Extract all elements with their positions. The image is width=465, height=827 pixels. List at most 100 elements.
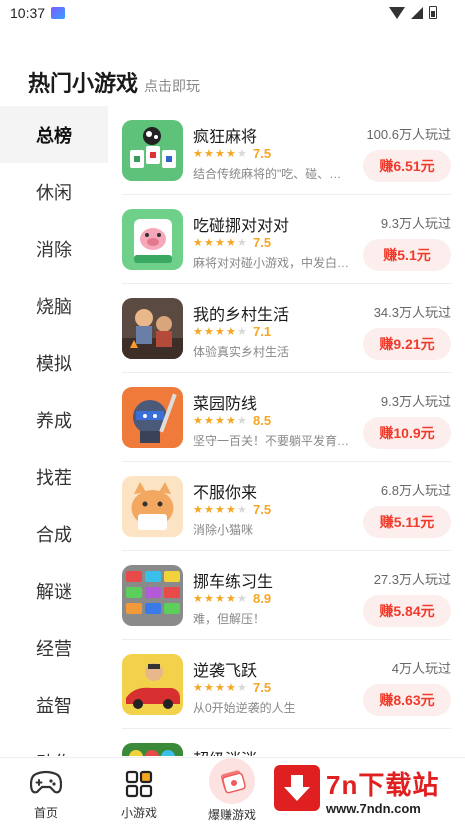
page-title: 热门小游戏 (28, 71, 139, 96)
game-list-item[interactable]: 不服你来 ★ ★ ★ ★ ★ 7.5 消除小猫咪 6.8万人玩过 赚5.11元 (122, 462, 451, 551)
pig-tile-game-icon[interactable] (122, 209, 183, 270)
star-icon: ★ (215, 236, 225, 249)
game-description: 难，但解压！ (193, 612, 266, 626)
star-icon: ★ (215, 325, 225, 338)
game-name: 吃碰挪对对对 (193, 218, 290, 235)
star-icon: ★ (215, 147, 225, 160)
site-watermark: 7n下载站 www.7ndn.com (268, 759, 463, 825)
parking-game-icon[interactable] (122, 565, 183, 626)
star-icon: ★ (237, 592, 247, 605)
village-life-game-icon[interactable] (122, 298, 183, 359)
category-item-nurture[interactable]: 养成 (0, 391, 108, 448)
game-score: 7.5 (253, 146, 272, 161)
tab-mini-games-label: 小游戏 (120, 806, 157, 820)
category-item-match[interactable]: 消除 (0, 220, 108, 277)
signal-icon (411, 6, 423, 19)
game-list-item[interactable]: 逆袭飞跃 ★ ★ ★ ★ ★ 7.5 从0开始逆袭的人生 4万人玩过 赚8.63元 (122, 640, 451, 729)
game-rating: ★ ★ ★ ★ ★ 7.5 (193, 235, 271, 250)
status-bar: 10:37 (0, 0, 465, 26)
star-icon: ★ (193, 236, 203, 249)
star-icon: ★ (204, 147, 214, 160)
game-score: 7.5 (253, 502, 272, 517)
game-description: 消除小猫咪 (193, 523, 254, 537)
game-play-count: 34.3万人玩过 (373, 305, 451, 320)
notification-app-icon (51, 7, 66, 19)
game-rating: ★ ★ ★ ★ ★ 7.5 (193, 146, 271, 161)
game-play-count: 27.3万人玩过 (373, 572, 451, 587)
category-item-action[interactable]: 动作 (0, 733, 108, 757)
star-icon: ★ (193, 147, 203, 160)
category-item-spot-difference[interactable]: 找茬 (0, 448, 108, 505)
star-icon: ★ (215, 681, 225, 694)
star-icon: ★ (193, 325, 203, 338)
tab-hot-games[interactable]: 爆赚游戏 (192, 758, 272, 827)
earn-button[interactable]: 赚9.21元 (363, 328, 451, 360)
ninja-game-icon[interactable] (122, 387, 183, 448)
category-sidebar: 总榜 休闲 消除 烧脑 模拟 养成 找茬 合成 解谜 经营 益智 动作 (0, 106, 108, 756)
wifi-icon (389, 6, 405, 19)
tab-home[interactable]: 首页 (6, 758, 86, 827)
game-list-item[interactable]: 超级消消 (122, 729, 451, 756)
star-icon: ★ (204, 325, 214, 338)
category-item-management[interactable]: 经营 (0, 619, 108, 676)
game-play-count: 100.6万人玩过 (366, 127, 451, 142)
game-play-count: 6.8万人玩过 (380, 483, 451, 498)
car-game-icon[interactable] (122, 654, 183, 715)
game-list-item[interactable]: 疯狂麻将 ★ ★ ★ ★ ★ 7.5 结合传统麻将的"吃、碰、… 100.6万人玩过 赚… (122, 106, 451, 195)
game-list-item[interactable]: 吃碰挪对对对 ★ ★ ★ ★ ★ 7.5 麻将对对碰小游戏，中发白… 9.3万人玩过 赚… (122, 195, 451, 284)
game-description: 麻将对对碰小游戏，中发白… (193, 256, 350, 270)
game-rating: ★ ★ ★ ★ ★ 8.9 (193, 591, 271, 606)
star-icon: ★ (226, 592, 236, 605)
category-item-simulation[interactable]: 模拟 (0, 334, 108, 391)
game-rating: ★ ★ ★ ★ ★ 7.1 (193, 324, 271, 339)
category-item-casual[interactable]: 休闲 (0, 163, 108, 220)
gamepad-icon (29, 770, 63, 798)
game-name: 不服你来 (193, 485, 258, 502)
earn-button[interactable]: 赚5.84元 (363, 595, 451, 627)
category-item-ranking[interactable]: 总榜 (0, 106, 108, 163)
earn-button[interactable]: 赚5.11元 (363, 506, 451, 538)
earn-button[interactable]: 赚6.51元 (363, 150, 451, 182)
star-icon: ★ (237, 503, 247, 516)
star-icon: ★ (204, 592, 214, 605)
star-icon: ★ (237, 414, 247, 427)
star-icon: ★ (204, 503, 214, 516)
game-score: 7.5 (253, 235, 272, 250)
star-icon: ★ (204, 681, 214, 694)
game-list-item[interactable]: 我的乡村生活 ★ ★ ★ ★ ★ 7.1 体验真实乡村生活 34.3万人玩过 赚9.21… (122, 284, 451, 373)
tab-home-label: 首页 (33, 806, 58, 820)
star-icon: ★ (215, 503, 225, 516)
game-name: 逆袭飞跃 (193, 663, 258, 680)
match-game-icon[interactable] (122, 743, 183, 756)
category-item-merge[interactable]: 合成 (0, 505, 108, 562)
half-star-icon: ★ (226, 503, 236, 516)
game-list-item[interactable]: 挪车练习生 ★ ★ ★ ★ ★ 8.9 难，但解压！ 27.3万人玩过 赚5.84元 (122, 551, 451, 640)
mahjong-game-icon[interactable] (122, 120, 183, 181)
game-list: 疯狂麻将 ★ ★ ★ ★ ★ 7.5 结合传统麻将的"吃、碰、… 100.6万人玩过 赚… (108, 106, 465, 756)
category-item-brain[interactable]: 烧脑 (0, 277, 108, 334)
earn-button[interactable]: 赚5.1元 (363, 239, 451, 271)
half-star-icon: ★ (226, 236, 236, 249)
star-icon: ★ (193, 503, 203, 516)
game-description: 从0开始逆袭的人生 (193, 701, 296, 715)
page-subtitle: 点击即玩 (144, 78, 201, 94)
star-icon: ★ (193, 592, 203, 605)
category-item-educational[interactable]: 益智 (0, 676, 108, 733)
game-rating: ★ ★ ★ ★ ★ 7.5 (193, 680, 271, 695)
game-description: 结合传统麻将的"吃、碰、… (193, 167, 342, 181)
tab-mini-games[interactable]: 小游戏 (99, 758, 179, 827)
game-list-item[interactable]: 菜园防线 ★ ★ ★ ★ ★ 8.5 坚守一百关！不要躺平发育… 9.3万人玩过 赚10… (122, 373, 451, 462)
star-icon: ★ (193, 414, 203, 427)
star-icon: ★ (204, 414, 214, 427)
star-icon: ★ (204, 236, 214, 249)
download-arrow-icon (274, 765, 320, 811)
game-play-count: 4万人玩过 (391, 661, 451, 676)
game-description: 体验真实乡村生活 (193, 345, 290, 359)
category-item-puzzle[interactable]: 解谜 (0, 562, 108, 619)
status-icons (389, 6, 437, 19)
star-icon: ★ (215, 592, 225, 605)
earn-button[interactable]: 赚10.9元 (363, 417, 451, 449)
earn-button[interactable]: 赚8.63元 (363, 684, 451, 716)
star-icon: ★ (215, 414, 225, 427)
cat-game-icon[interactable] (122, 476, 183, 537)
